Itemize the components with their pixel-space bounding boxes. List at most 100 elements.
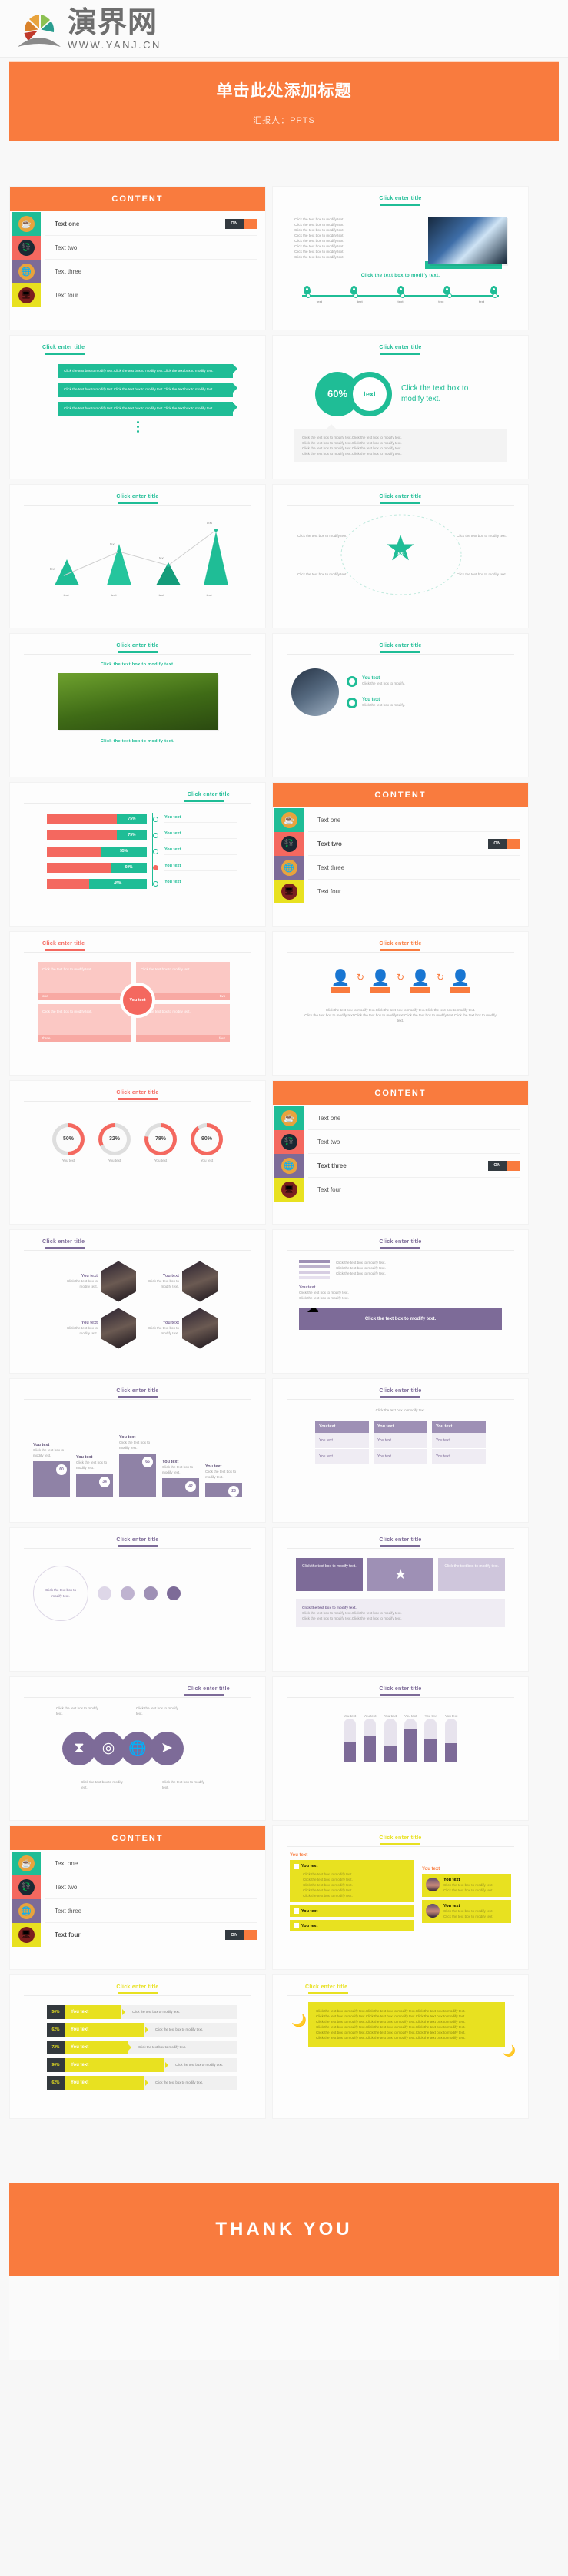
nav-row[interactable]: 💱 Text two: [12, 236, 257, 260]
nav-label: Text one: [55, 220, 80, 227]
table-cell: You text: [374, 1447, 427, 1464]
person-node: 👤: [410, 968, 431, 993]
donut-chart: 50%: [52, 1122, 85, 1155]
nav-row[interactable]: 🌐 Text three: [274, 856, 520, 880]
nav-label: Text four: [317, 1186, 341, 1193]
nav-row[interactable]: 🖥 Text four ON: [12, 1923, 257, 1947]
site-logo[interactable]: 演界网 WWW.YANJ.CN: [15, 8, 553, 51]
nav-row[interactable]: 🌐 Text three: [12, 260, 257, 283]
card-line: Click the text box to modify text.: [443, 1882, 493, 1887]
slide-mountain-chart[interactable]: Click enter title text text text text te…: [9, 484, 266, 628]
slide-yellow-cards[interactable]: Click enter title You text You text Clic…: [272, 1825, 529, 1970]
row-label: You text: [65, 2057, 168, 2072]
nav-row[interactable]: 🖥 Text four: [274, 1178, 520, 1202]
money-exchange-icon: 💱: [274, 832, 304, 856]
slide-red-progress[interactable]: Click enter title 75% You text 75% You t…: [9, 782, 266, 927]
body-line: Click the text box to modify text.: [294, 255, 344, 260]
table-column: You text You text You text: [315, 1420, 369, 1464]
slide-photo: [58, 672, 218, 730]
title-underline: [380, 651, 420, 653]
slide-purple-banner[interactable]: Click enter title Click the text box to …: [272, 1229, 529, 1374]
slide-content-nav-2[interactable]: CONTENT ☕ Text one 💱 Text two ON 🌐 Text …: [272, 782, 529, 927]
nav-row[interactable]: 💱 Text two: [12, 1875, 257, 1899]
toggle-switch[interactable]: ON: [225, 1930, 257, 1940]
table-cell: You text: [374, 1432, 427, 1448]
slide-content-nav-3[interactable]: CONTENT ☕ Text one 💱 Text two 🌐 Text thr…: [272, 1080, 529, 1225]
monitor-icon: 🖥: [274, 1178, 304, 1202]
nav-row[interactable]: ☕ Text one ON: [12, 212, 257, 236]
slide-purple-table[interactable]: Click enter title Click the text box to …: [272, 1378, 529, 1523]
slide-purple-hex[interactable]: Click enter title You text Click the tex…: [9, 1229, 266, 1374]
slide-teal-donut[interactable]: Click enter title 60% text Click the tex…: [272, 335, 529, 479]
toggle-switch[interactable]: ON: [488, 838, 520, 849]
speech-bubble: Click the text box to modify text.Click …: [58, 402, 237, 417]
nav-row[interactable]: 🌐 Text three: [12, 1899, 257, 1923]
slide-teal-star[interactable]: Click enter title ★ text Click the text …: [272, 484, 529, 628]
pin-label: text: [357, 299, 363, 303]
icon-note: Click the text box to modify text.: [81, 1779, 123, 1789]
slide-purple-gauges[interactable]: Click enter title You text You text You …: [272, 1676, 529, 1821]
slide-purple-icons[interactable]: Click enter title Click the text box to …: [9, 1676, 266, 1821]
slide-red-quadrant[interactable]: Click enter title Click the text box to …: [9, 931, 266, 1076]
card-label: You text: [301, 1923, 318, 1928]
toggle-knob: [507, 838, 520, 849]
toggle-switch[interactable]: ON: [488, 1160, 520, 1171]
nav-row[interactable]: 🌐 Text three ON: [274, 1154, 520, 1178]
brand-url: WWW.YANJ.CN: [68, 39, 161, 51]
toggle-switch[interactable]: ON: [225, 218, 257, 229]
hex-body: Click the text box to modify text.: [66, 1278, 98, 1288]
gauge: You text: [343, 1713, 356, 1762]
slide-title: Click enter title: [187, 792, 230, 797]
nav-label: Text three: [317, 864, 345, 871]
nav-row[interactable]: 🖥 Text four: [12, 283, 257, 307]
nav-row[interactable]: 🖥 Text four: [274, 880, 520, 903]
slide-title: Click enter title: [379, 941, 422, 947]
pin-label: text: [397, 299, 404, 303]
slide-teal-circles[interactable]: Click enter title You text Click the tex…: [272, 633, 529, 777]
title-underline: [380, 353, 420, 355]
slide-teal-bubbles[interactable]: Click enter title Click the text box to …: [9, 335, 266, 479]
nav-row[interactable]: 💱 Text two: [274, 1130, 520, 1154]
nav-label: Text one: [317, 816, 341, 824]
progress-label: You text: [164, 864, 237, 871]
slide-content-nav-4[interactable]: CONTENT ☕ Text one 💱 Text two 🌐 Text thr…: [9, 1825, 266, 1970]
bar-note: Click the text box to modify text.: [205, 1470, 237, 1480]
nav-label: Text three: [55, 1907, 82, 1915]
avatar: [426, 1877, 440, 1891]
speech-bubble: Click the text box to modify text.Click …: [58, 383, 237, 398]
nav-row[interactable]: 💱 Text two ON: [274, 832, 520, 856]
slide-photo: [428, 216, 507, 264]
closing-slide: THANK YOU: [9, 2183, 559, 2276]
slide-teal-image[interactable]: Click enter title Click the text box to …: [272, 186, 529, 330]
icon-note: Click the text box to modify text.: [136, 1706, 178, 1716]
cloud-icon: ☁: [307, 1301, 319, 1315]
progress-bar: 60%: [47, 862, 147, 873]
monitor-icon: 🖥: [12, 283, 41, 307]
toggle-on-label: ON: [488, 838, 507, 849]
nav-row[interactable]: ☕ Text one: [274, 1106, 520, 1130]
toggle-knob: [244, 1930, 257, 1940]
donut-body: Click the text box to modify text.Click …: [302, 435, 402, 439]
slide-title: Click enter title: [379, 643, 422, 648]
slide-orange-people[interactable]: Click enter title 👤 ↻ 👤 ↻ 👤 ↻ 👤 Click th…: [272, 931, 529, 1076]
nav-row[interactable]: ☕ Text one: [274, 808, 520, 832]
slide-purple-cards[interactable]: Click enter title Click the text box to …: [272, 1527, 529, 1672]
donut-item: 32% You text: [98, 1122, 131, 1162]
body-line: Click the text box to modify text.Click …: [316, 2014, 466, 2018]
card-line: Click the text box to modify text.: [443, 1888, 493, 1892]
arrow-icon: ↻: [356, 971, 364, 983]
progress-value: 60%: [111, 862, 147, 873]
gauge: You text: [424, 1713, 437, 1762]
slide-yellow-text[interactable]: Click enter title 🌙 Click the text box t…: [272, 1974, 529, 2119]
gauge-label: You text: [424, 1713, 437, 1718]
slide-teal-photo[interactable]: Click enter title Click the text box to …: [9, 633, 266, 777]
slide-yellow-rows[interactable]: Click enter title 50% You text Click the…: [9, 1974, 266, 2119]
table-column: You text You text You text: [374, 1420, 427, 1464]
slide-content-nav-1[interactable]: CONTENT ☕ Text one ON 💱 Text two 🌐 Text …: [9, 186, 266, 330]
timeline-labels: text text text text text: [273, 297, 528, 303]
nav-row[interactable]: ☕ Text one: [12, 1852, 257, 1875]
slide-red-donuts[interactable]: Click enter title 50% You text 32% You t…: [9, 1080, 266, 1225]
slide-title: Click enter title: [116, 1537, 159, 1543]
slide-purple-bars[interactable]: Click enter title You text Click the tex…: [9, 1378, 266, 1523]
slide-purple-dots[interactable]: Click enter title Click the text box to …: [9, 1527, 266, 1672]
